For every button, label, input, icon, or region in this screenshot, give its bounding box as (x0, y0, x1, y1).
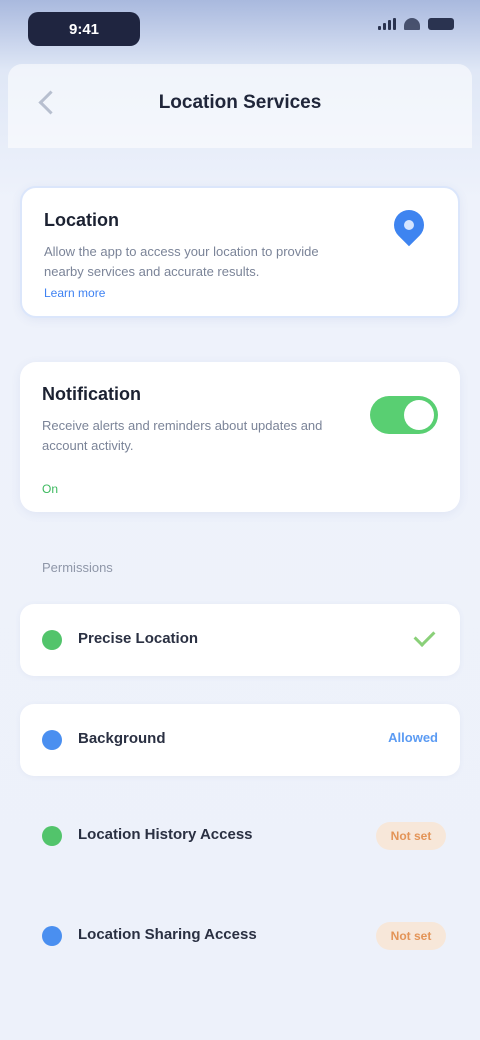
battery-icon (428, 18, 454, 30)
green-dot-icon (42, 630, 62, 650)
location-card-description: Allow the app to access your location to… (44, 244, 319, 279)
location-learn-more-link[interactable]: Learn more (44, 286, 105, 300)
status-icons (378, 18, 454, 30)
permission-status-badge: Not set (376, 922, 446, 950)
nav-bar: Location Services (8, 64, 472, 148)
permission-status: Allowed (388, 730, 438, 745)
location-pin-icon (387, 203, 431, 247)
wifi-icon (404, 18, 420, 30)
permissions-section-label: Permissions (42, 560, 113, 575)
permission-label: Location History Access (78, 826, 253, 843)
signal-icon (378, 18, 396, 30)
permission-row-background[interactable]: Background Allowed (20, 704, 460, 776)
permission-label: Background (78, 730, 166, 747)
blue-dot-icon (42, 926, 62, 946)
location-card[interactable]: Location Allow the app to access your lo… (20, 186, 460, 318)
notification-toggle[interactable] (370, 396, 438, 434)
permission-status-badge: Not set (376, 822, 446, 850)
notification-status-text: On (42, 482, 59, 496)
permission-row-location-history[interactable]: Location History Access Not set (20, 800, 460, 872)
permission-row-location-sharing[interactable]: Location Sharing Access Not set (20, 900, 460, 972)
status-bar: 9:41 (0, 0, 480, 64)
permission-label: Location Sharing Access (78, 926, 257, 943)
status-time: 9:41 (28, 12, 140, 46)
blue-dot-icon (42, 730, 62, 750)
permission-label: Precise Location (78, 630, 199, 647)
permission-row-precise-location[interactable]: Precise Location (20, 604, 460, 676)
notification-card-description: Receive alerts and reminders about updat… (42, 418, 323, 453)
location-card-title: Location (44, 210, 119, 230)
notification-card-title: Notification (42, 384, 141, 404)
green-dot-icon (42, 826, 62, 846)
check-icon (413, 625, 436, 647)
notification-card: Notification Receive alerts and reminder… (20, 362, 460, 512)
page-title: Location Services (158, 92, 322, 113)
